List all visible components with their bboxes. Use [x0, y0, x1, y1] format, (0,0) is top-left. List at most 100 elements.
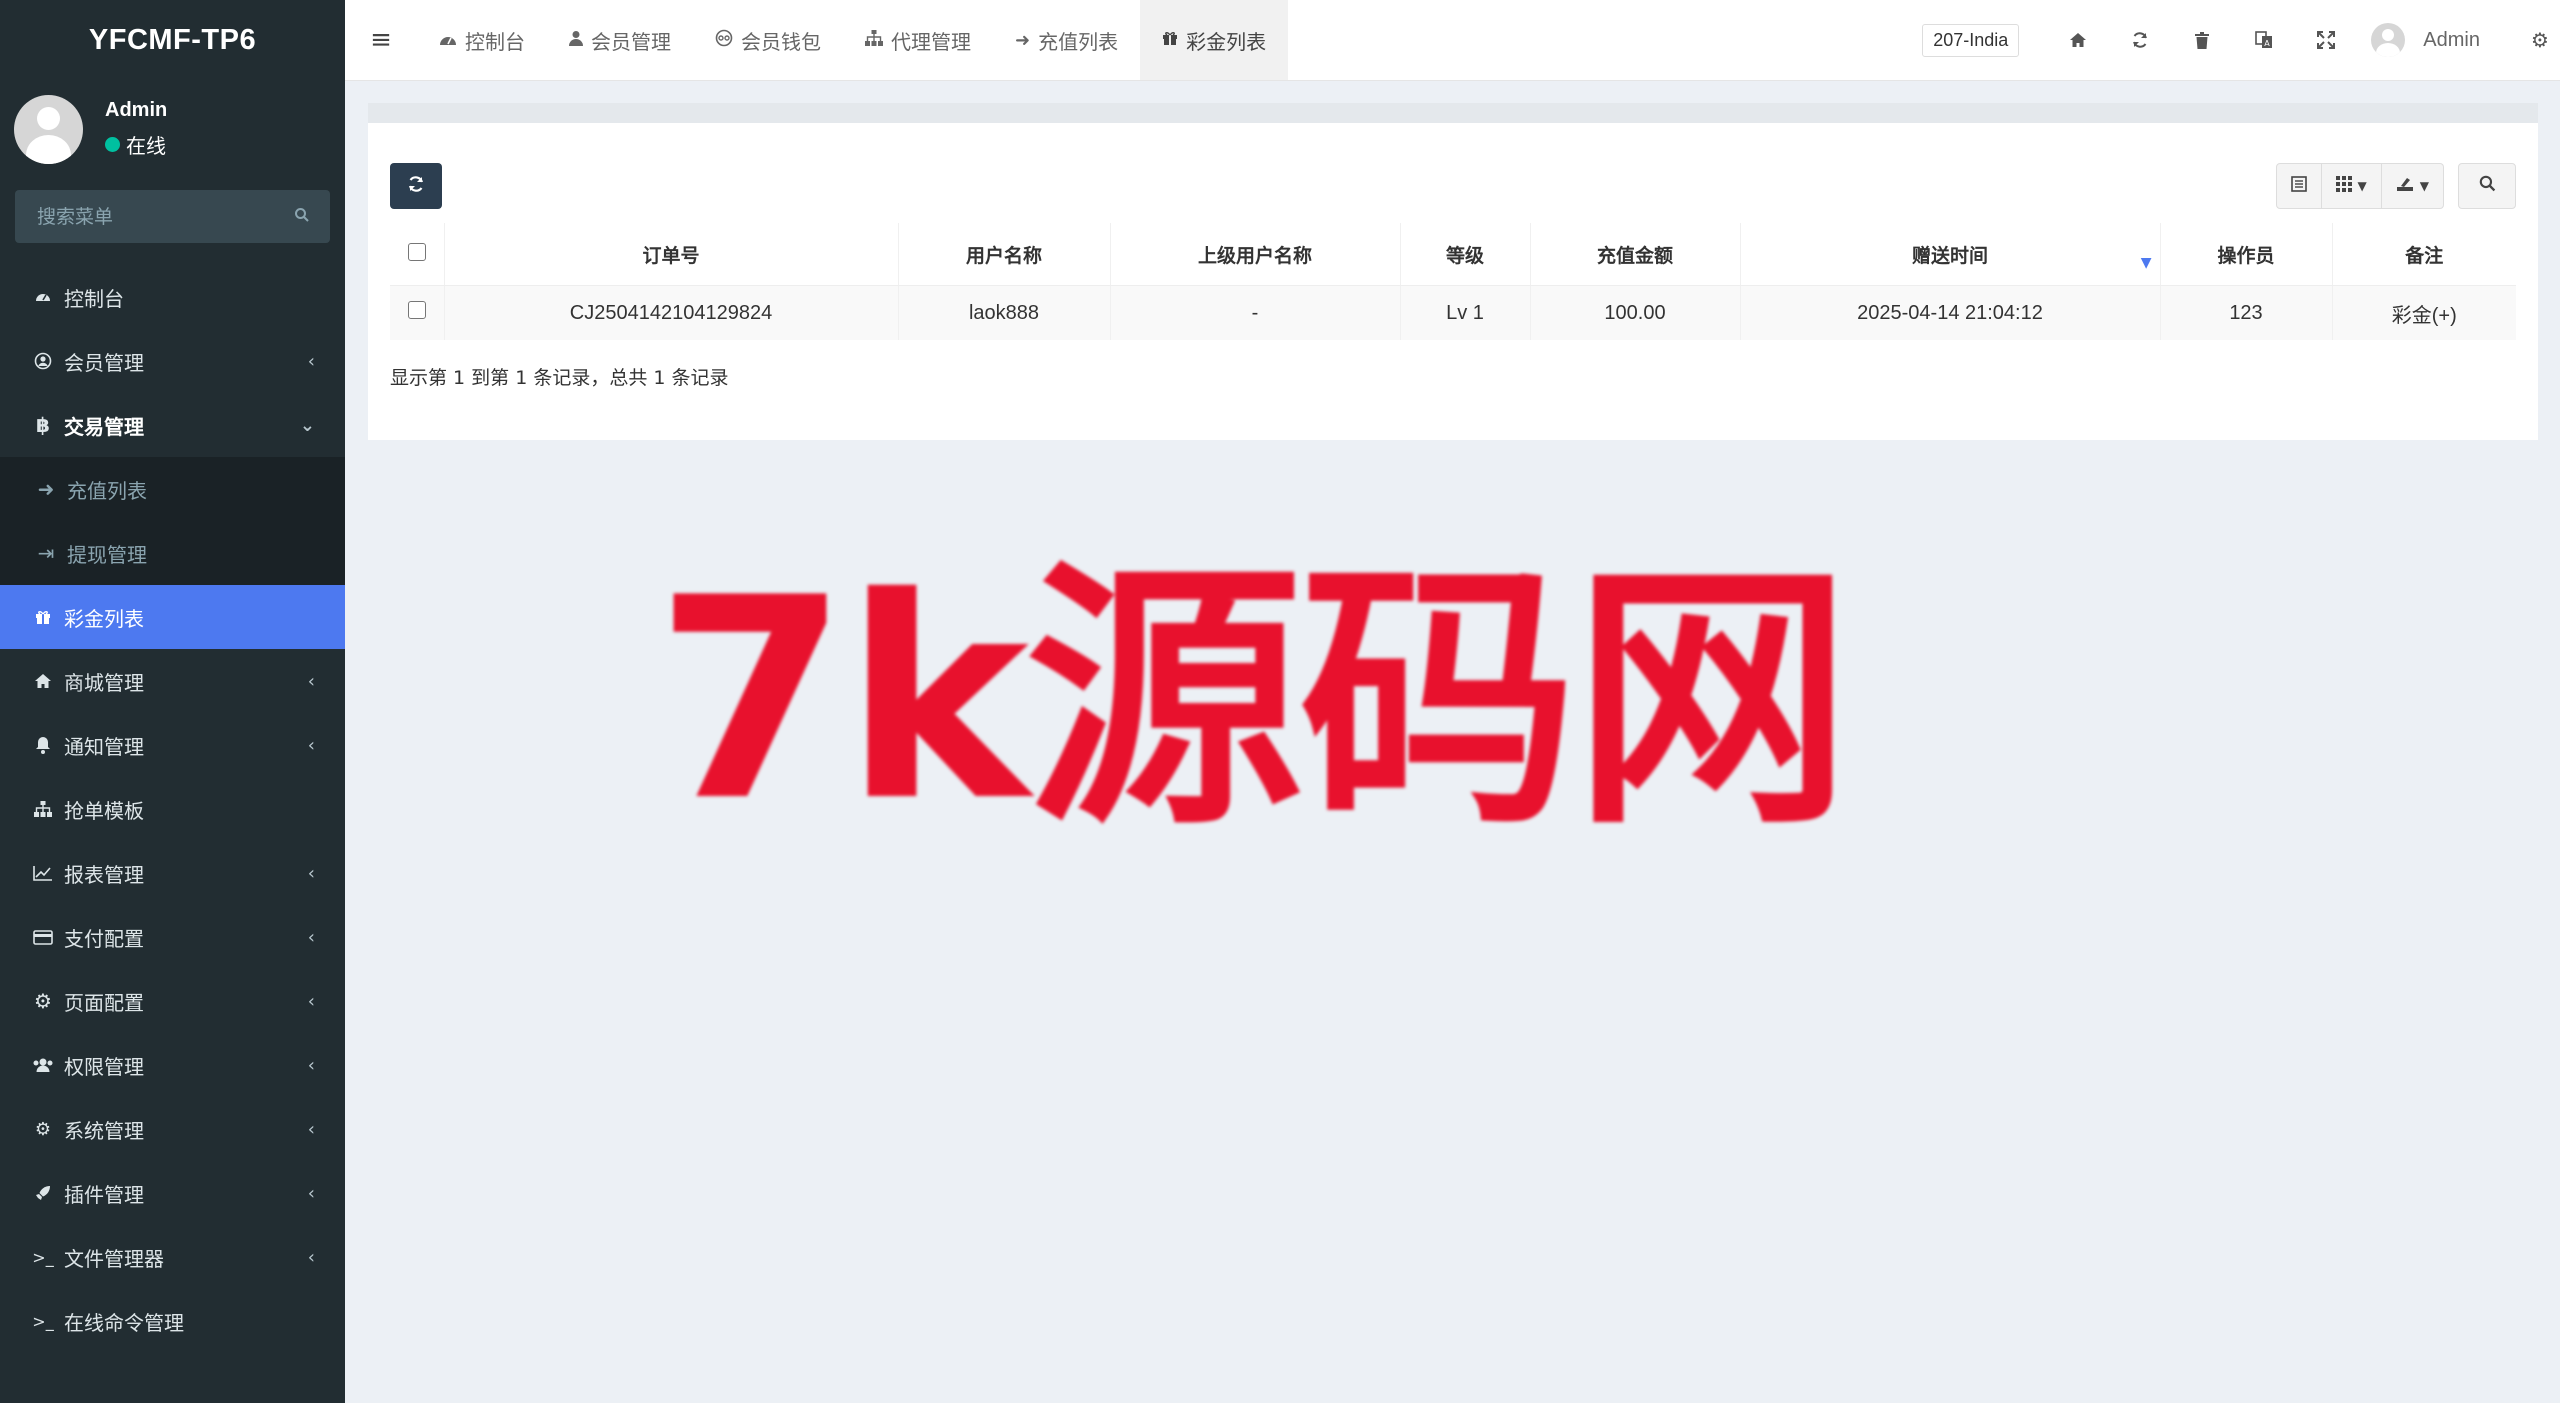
sidebar-item-dashboard[interactable]: 控制台 — [0, 265, 345, 329]
cell-username: laok888 — [898, 285, 1111, 340]
terminal-icon: >_ — [32, 1247, 54, 1267]
row-select-cell — [390, 285, 445, 340]
cell-parent-username: - — [1110, 285, 1401, 340]
cell-amount: 100.00 — [1530, 285, 1741, 340]
column-header[interactable]: 等级 — [1400, 223, 1531, 286]
sidebar-item-label: 商城管理 — [64, 670, 144, 695]
column-header[interactable]: 操作员 — [2160, 223, 2333, 286]
sidebar-item-label: 权限管理 — [64, 1054, 144, 1079]
gear-icon: ⚙ — [34, 989, 52, 1013]
list-alt-icon — [2290, 175, 2307, 197]
column-header[interactable]: 订单号 — [444, 223, 899, 286]
sidebar-item-label: 通知管理 — [64, 734, 144, 759]
app-logo[interactable]: YFCMF-TP6 — [0, 0, 345, 80]
sidebar-menu: 控制台 会员管理 ‹ ฿ 交易管理 ⌄ ➜ 充值列表 ⇥ 提现管理 彩金列表 商… — [0, 265, 345, 1353]
trash-icon[interactable] — [2171, 0, 2233, 80]
sign-in-icon: ➜ — [1015, 29, 1031, 51]
sidebar-item-permissions[interactable]: 权限管理 ‹ — [0, 1033, 345, 1097]
table-row[interactable]: CJ2504142104129824 laok888 - Lv 1 100.00… — [390, 285, 2516, 340]
language-select[interactable]: 207-India — [1922, 23, 2020, 57]
grid-icon — [2335, 175, 2352, 197]
sidebar-item-withdraw[interactable]: ⇥ 提现管理 — [0, 521, 345, 585]
chevron-left-icon: ‹ — [307, 1246, 315, 1268]
sidebar-item-reports[interactable]: 报表管理 ‹ — [0, 841, 345, 905]
tab-label: 控制台 — [465, 29, 525, 54]
sidebar-item-label: 页面配置 — [64, 990, 144, 1015]
gears-icon[interactable]: ⚙ — [2520, 0, 2560, 80]
translate-icon[interactable]: A — [2233, 0, 2295, 80]
sidebar-item-payment[interactable]: 支付配置 ‹ — [0, 905, 345, 969]
admin-username[interactable]: Admin — [2423, 29, 2480, 52]
home-icon[interactable] — [2047, 0, 2109, 80]
top-right-tools: 207-India A Admin ⚙ — [1922, 0, 2560, 80]
sidebar-item-label: 插件管理 — [64, 1182, 144, 1207]
sign-in-icon: ➜ — [37, 477, 55, 501]
column-header-sorted[interactable]: 赠送时间 ▼ — [1740, 223, 2161, 286]
sidebar-item-members[interactable]: 会员管理 ‹ — [0, 329, 345, 393]
bitcoin-icon: ฿ — [36, 413, 50, 437]
column-header[interactable]: 用户名称 — [898, 223, 1111, 286]
tab-member-wallet[interactable]: 会员钱包 — [693, 0, 843, 80]
sidebar-item-label: 系统管理 — [64, 1118, 144, 1143]
avatar[interactable] — [2371, 23, 2406, 57]
sidebar-item-shop[interactable]: 商城管理 ‹ — [0, 649, 345, 713]
sidebar-item-system[interactable]: ⚙ 系统管理 ‹ — [0, 1097, 345, 1161]
tab-label: 充值列表 — [1038, 29, 1119, 54]
sidebar-item-file-manager[interactable]: >_ 文件管理器 ‹ — [0, 1225, 345, 1289]
gift-icon — [1162, 30, 1178, 51]
tab-members[interactable]: 会员管理 — [547, 0, 693, 80]
sidebar-item-bonus-list[interactable]: 彩金列表 — [0, 585, 345, 649]
chevron-down-icon: ⌄ — [299, 414, 315, 436]
dashboard-icon — [439, 30, 457, 51]
avatar — [14, 94, 83, 164]
chevron-left-icon: ‹ — [307, 670, 315, 692]
caret-down-icon: ▼ — [2419, 179, 2429, 193]
table-toolbar: ▼ ▼ — [2275, 163, 2516, 209]
menu-toggle-icon[interactable]: ≡ — [345, 0, 417, 80]
user-icon — [569, 30, 583, 51]
cell-operator: 123 — [2160, 285, 2333, 340]
fullscreen-icon[interactable] — [2295, 0, 2357, 80]
tab-agents[interactable]: 代理管理 — [843, 0, 993, 80]
refresh-button[interactable] — [390, 163, 442, 209]
search-icon[interactable] — [294, 207, 310, 227]
sidebar-item-grab-template[interactable]: 抢单模板 — [0, 777, 345, 841]
sidebar-item-label: 交易管理 — [64, 414, 144, 439]
top-navbar: ≡ 控制台 会员管理 会员钱包 代理管理 ➜ 充值列表 彩金列表 207-Ind… — [345, 0, 2560, 81]
sidebar-item-plugins[interactable]: 插件管理 ‹ — [0, 1161, 345, 1225]
sidebar-search-input[interactable] — [35, 204, 279, 229]
sidebar-item-notice[interactable]: 通知管理 ‹ — [0, 713, 345, 777]
tab-recharge-list[interactable]: ➜ 充值列表 — [993, 0, 1140, 80]
gift-icon — [30, 609, 56, 625]
watermark-text: 7k源码网 — [655, 538, 1851, 862]
sitemap-icon — [30, 801, 56, 817]
columns-dropdown-button[interactable]: ▼ — [2321, 163, 2382, 209]
refresh-icon[interactable] — [2109, 0, 2171, 80]
tab-dashboard[interactable]: 控制台 — [417, 0, 547, 80]
search-button[interactable] — [2458, 163, 2516, 209]
export-dropdown-button[interactable]: ▼ — [2381, 163, 2444, 209]
column-header[interactable]: 上级用户名称 — [1110, 223, 1401, 286]
sidebar: YFCMF-TP6 Admin 在线 控制台 会员管理 ‹ ฿ 交易管理 — [0, 0, 345, 1403]
pagination-info: 显示第 1 到第 1 条记录，总共 1 条记录 — [390, 367, 729, 389]
users-icon — [30, 1057, 56, 1073]
toggle-view-button[interactable] — [2275, 163, 2322, 209]
select-all-checkbox[interactable] — [407, 242, 426, 261]
column-header[interactable]: 备注 — [2332, 223, 2516, 286]
sidebar-search — [15, 190, 330, 243]
sidebar-item-recharge-list[interactable]: ➜ 充值列表 — [0, 457, 345, 521]
sidebar-item-trade[interactable]: ฿ 交易管理 ⌄ — [0, 393, 345, 457]
chevron-left-icon: ‹ — [307, 1118, 315, 1140]
sidebar-item-page-config[interactable]: ⚙ 页面配置 ‹ — [0, 969, 345, 1033]
tab-label: 会员钱包 — [741, 29, 821, 54]
user-circle-icon — [30, 352, 56, 370]
sidebar-item-online-command[interactable]: >_ 在线命令管理 — [0, 1289, 345, 1353]
row-checkbox[interactable] — [407, 301, 426, 319]
column-header[interactable]: 充值金额 — [1530, 223, 1741, 286]
tab-bonus-list[interactable]: 彩金列表 — [1140, 0, 1289, 80]
select-all-cell — [390, 223, 445, 286]
sidebar-item-label: 抢单模板 — [64, 798, 144, 823]
table-header-row: 订单号 用户名称 上级用户名称 等级 充值金额 赠送时间 ▼ 操作员 备注 — [390, 223, 2516, 286]
cell-gift-time: 2025-04-14 21:04:12 — [1740, 285, 2161, 340]
content-header-bar — [368, 103, 2538, 123]
